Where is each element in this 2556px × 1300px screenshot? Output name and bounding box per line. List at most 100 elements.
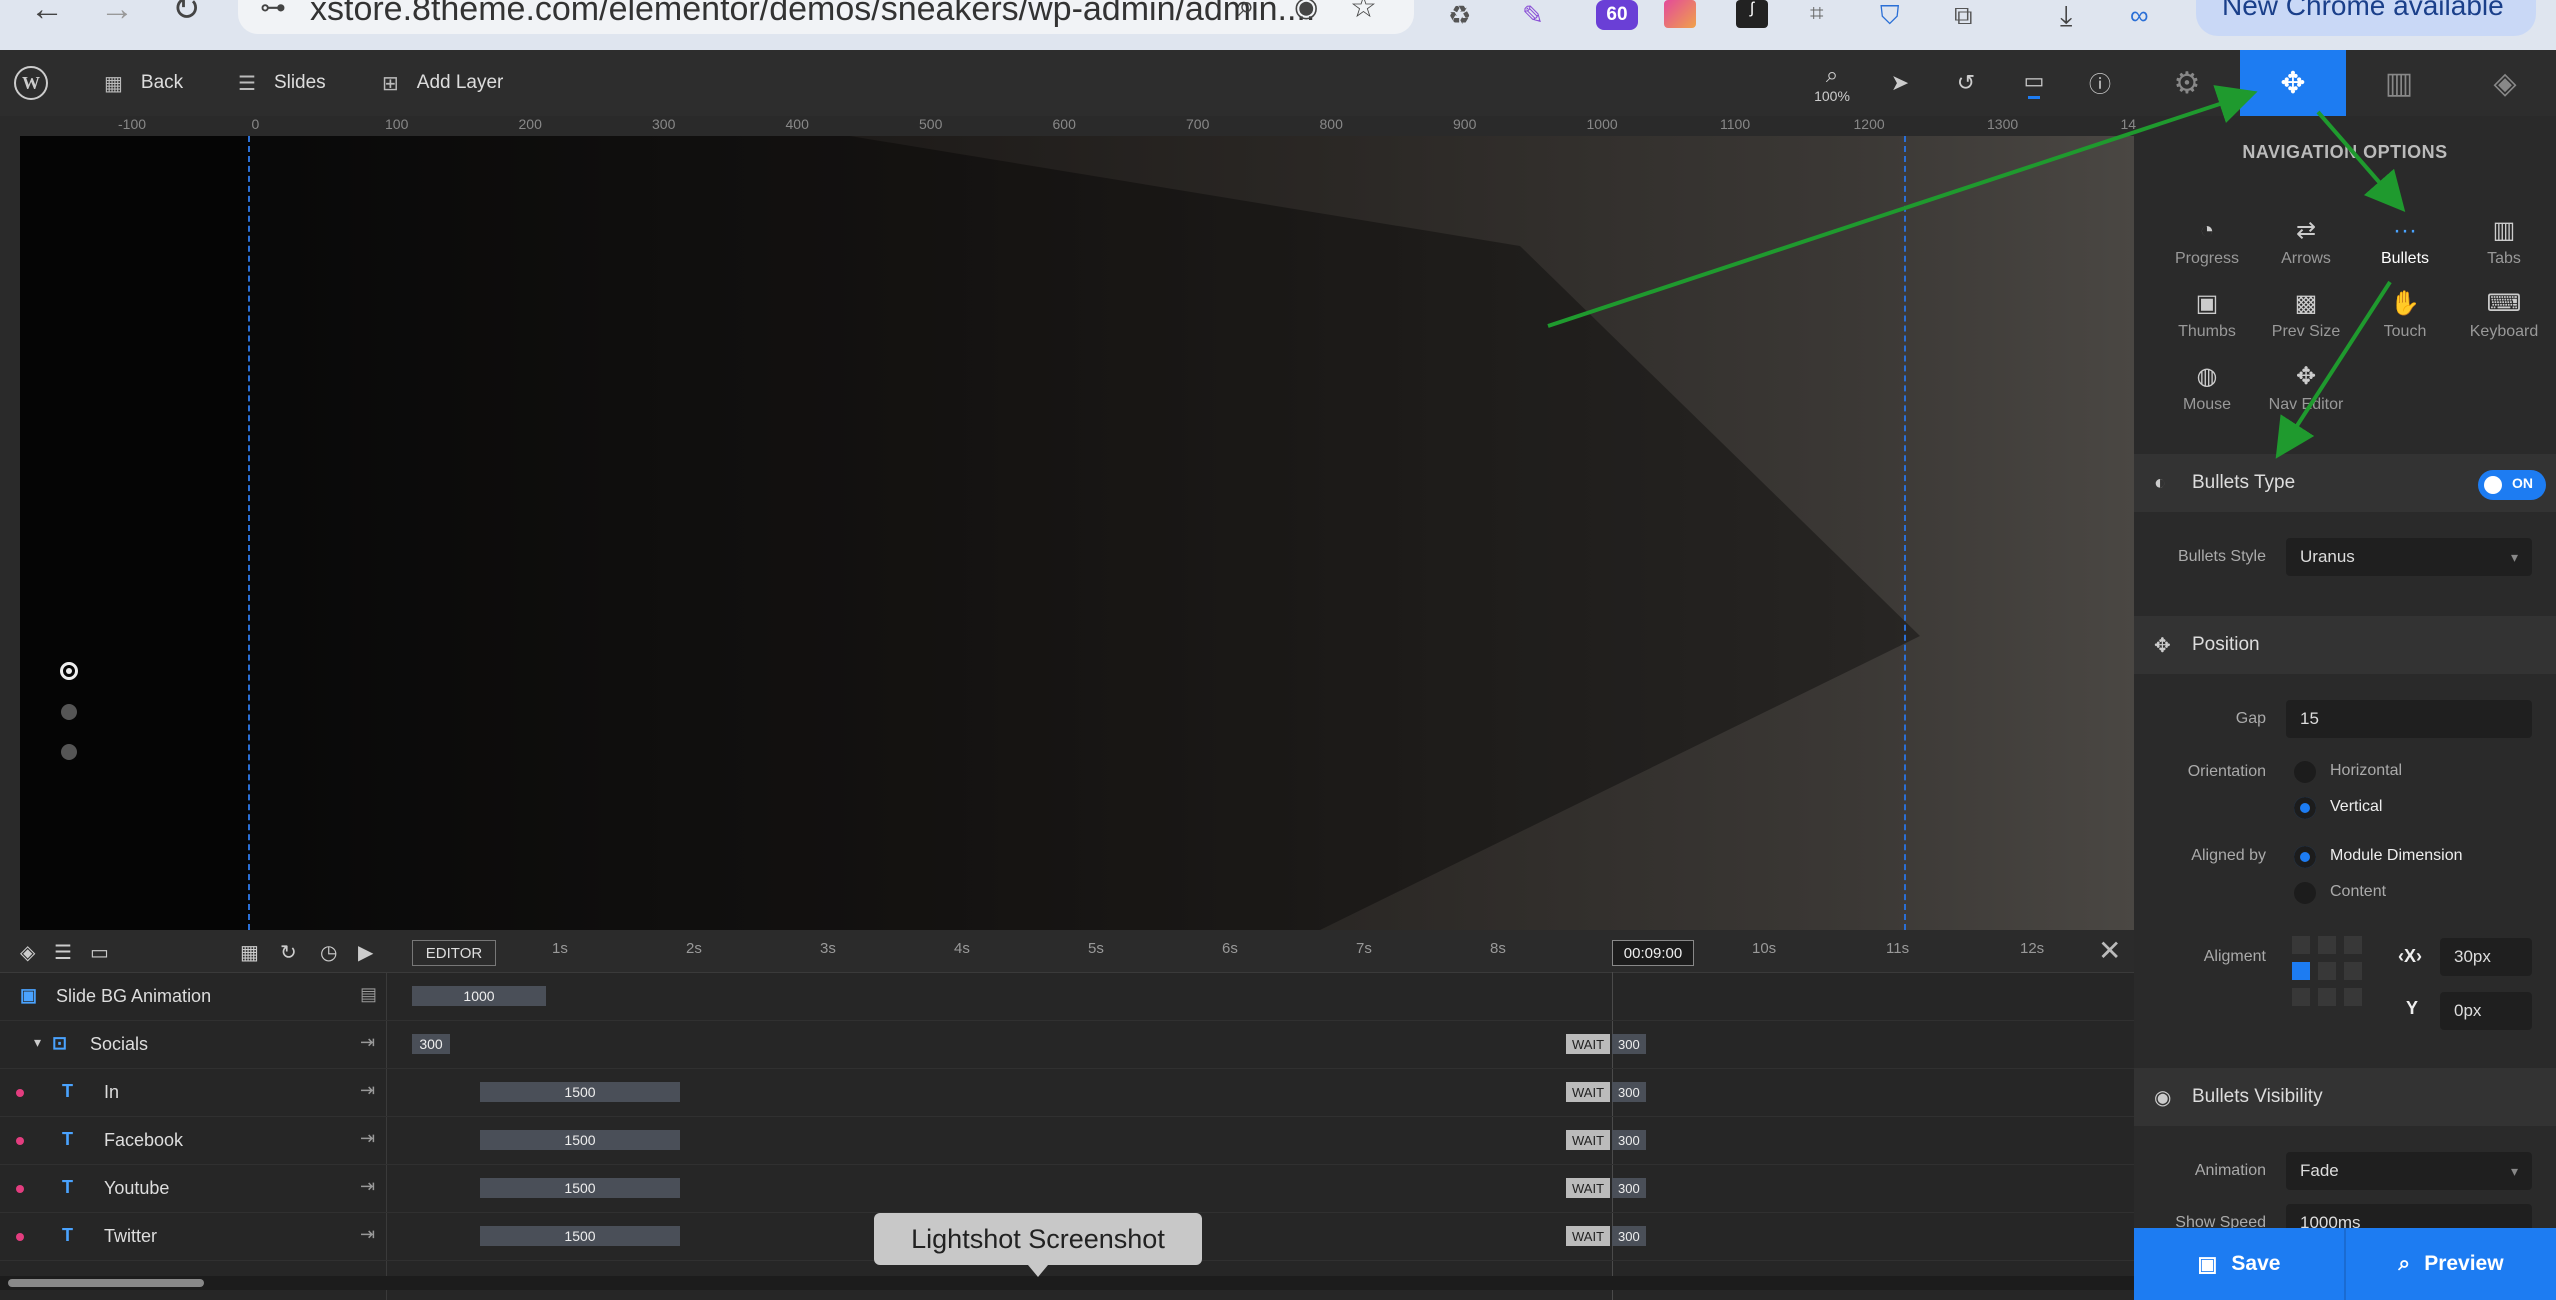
- wordpress-logo[interactable]: W: [14, 50, 48, 116]
- zoom-control[interactable]: ⌕ 100%: [1804, 50, 1860, 116]
- close-icon[interactable]: ✕: [2098, 934, 2121, 967]
- layers-icon[interactable]: ◈: [20, 940, 35, 965]
- nav-option-tabs[interactable]: ▥ Tabs: [2455, 216, 2553, 268]
- gap-input[interactable]: 15: [2286, 700, 2532, 738]
- alignment-cell[interactable]: [2344, 936, 2362, 954]
- device-button[interactable]: ▭: [2006, 50, 2062, 116]
- nav-option-touch[interactable]: ✋ Touch: [2356, 289, 2454, 341]
- wait-block[interactable]: WAIT 300: [1566, 1178, 1646, 1198]
- bullets-toggle[interactable]: ON: [2478, 470, 2546, 500]
- forward-arrow-icon[interactable]: →: [100, 0, 134, 26]
- nav-option-prev-size[interactable]: ▩ Prev Size: [2257, 289, 2355, 341]
- select-tool-button[interactable]: ➤: [1872, 50, 1928, 116]
- nav-option-keyboard[interactable]: ⌨ Keyboard: [2455, 289, 2553, 341]
- alignment-cell[interactable]: [2292, 936, 2310, 954]
- position-header[interactable]: ✥ Position: [2134, 616, 2556, 674]
- nav-option-thumbs[interactable]: ▣ Thumbs: [2158, 289, 2256, 341]
- bullets-style-select[interactable]: Uranus ▾: [2286, 538, 2532, 576]
- folder-icon[interactable]: ▭: [90, 940, 109, 965]
- bullets-visibility-header[interactable]: ◉ Bullets Visibility: [2134, 1068, 2556, 1126]
- preview-button[interactable]: ⌕ Preview: [2346, 1228, 2556, 1300]
- collapse-icon[interactable]: ⇥: [360, 1224, 375, 1245]
- gradient-extension-icon[interactable]: [1664, 0, 1696, 28]
- timeline-bar[interactable]: 1500: [480, 1178, 680, 1198]
- back-button[interactable]: ▦ Back: [104, 50, 183, 116]
- puzzle-icon[interactable]: ⧉: [1954, 0, 1986, 30]
- alignment-cell[interactable]: [2318, 936, 2336, 954]
- play-icon[interactable]: ▶: [358, 940, 373, 965]
- nav-option-arrows[interactable]: ⇄ Arrows: [2257, 216, 2355, 268]
- site-info-icon[interactable]: ⊶: [260, 0, 286, 23]
- slide-canvas[interactable]: [20, 136, 2134, 930]
- scrollbar-thumb[interactable]: [8, 1279, 204, 1287]
- timeline-bar[interactable]: 1000: [412, 986, 546, 1006]
- save-button[interactable]: ▣ Save: [2134, 1228, 2344, 1300]
- chevron-down-icon[interactable]: ▾: [34, 1034, 41, 1051]
- wait-block[interactable]: WAIT 300: [1566, 1034, 1646, 1054]
- collapse-icon[interactable]: ⇥: [360, 1080, 375, 1101]
- editor-chip[interactable]: EDITOR: [412, 940, 496, 966]
- search-icon[interactable]: ⌕: [1238, 0, 1255, 24]
- address-bar[interactable]: ⊶ xstore.8theme.com/elementor/demos/snea…: [238, 0, 1414, 34]
- alignment-cell[interactable]: [2292, 988, 2310, 1006]
- recycle-icon[interactable]: ♻: [1448, 0, 1478, 30]
- thumbnail-icon[interactable]: ▤: [360, 984, 377, 1005]
- timeline-row[interactable]: T In ⇥ 1500 WAIT 300: [0, 1068, 2134, 1117]
- radio-module-dimension[interactable]: [2294, 846, 2316, 868]
- feather-icon[interactable]: ✎: [1522, 0, 1552, 30]
- grid-icon[interactable]: ▦: [240, 940, 259, 965]
- timeline-row[interactable]: T Facebook ⇥ 1500 WAIT 300: [0, 1116, 2134, 1165]
- nav-option-progress[interactable]: ◔ Progress: [2158, 216, 2256, 268]
- nav-option-nav-editor[interactable]: ✥ Nav Editor: [2257, 362, 2355, 414]
- chrome-update-button[interactable]: New Chrome available: [2196, 0, 2536, 36]
- reload-icon[interactable]: ↻: [172, 0, 201, 26]
- eye-slash-icon[interactable]: ◉: [1294, 0, 1318, 23]
- alignment-cell[interactable]: [2344, 962, 2362, 980]
- loop-icon[interactable]: ↻: [280, 940, 297, 965]
- bullet[interactable]: [61, 744, 77, 760]
- wait-block[interactable]: WAIT 300: [1566, 1130, 1646, 1150]
- collapse-icon[interactable]: ⇥: [360, 1176, 375, 1197]
- x-offset-input[interactable]: 30px: [2440, 938, 2532, 976]
- profile-icon[interactable]: ∞: [2130, 0, 2166, 30]
- bullet[interactable]: [61, 704, 77, 720]
- nav-option-bullets[interactable]: ··· Bullets: [2356, 216, 2454, 268]
- list-icon[interactable]: ☰: [54, 940, 72, 965]
- timecode[interactable]: 00:09:00: [1612, 940, 1694, 966]
- timeline-row[interactable]: ▾ ⊡ Socials ⇥ 300 WAIT 300: [0, 1020, 2134, 1069]
- wait-block[interactable]: WAIT 300: [1566, 1226, 1646, 1246]
- alignment-cell[interactable]: [2292, 962, 2310, 980]
- add-layer-button[interactable]: ⊞ Add Layer: [382, 50, 503, 116]
- shield-icon[interactable]: ⛉: [1880, 0, 1910, 30]
- tab-navigation[interactable]: ✥: [2240, 50, 2346, 116]
- extension-badge[interactable]: 60: [1596, 0, 1638, 30]
- timeline-bar[interactable]: 1500: [480, 1226, 680, 1246]
- y-offset-input[interactable]: 0px: [2440, 992, 2532, 1030]
- timer-icon[interactable]: ◷: [320, 940, 337, 965]
- animation-select[interactable]: Fade ▾: [2286, 1152, 2532, 1190]
- bullet-active[interactable]: [60, 662, 78, 680]
- collapse-icon[interactable]: ⇥: [360, 1128, 375, 1149]
- slides-button[interactable]: ☰ Slides: [238, 50, 326, 116]
- timeline-bar[interactable]: 1500: [480, 1082, 680, 1102]
- undo-button[interactable]: ↺: [1938, 50, 1994, 116]
- download-icon[interactable]: ⤓: [2060, 0, 2092, 31]
- radio-content[interactable]: [2294, 882, 2316, 904]
- radio-horizontal[interactable]: [2294, 761, 2316, 783]
- horizontal-scrollbar[interactable]: [0, 1276, 2134, 1290]
- tab-settings[interactable]: ⚙: [2134, 50, 2240, 116]
- wait-block[interactable]: WAIT 300: [1566, 1082, 1646, 1102]
- tab-slide[interactable]: ▥: [2346, 50, 2452, 116]
- js-extension-icon[interactable]: ʃ: [1736, 0, 1768, 28]
- timeline-bar[interactable]: 300: [412, 1034, 450, 1054]
- tab-layers[interactable]: ◈: [2452, 50, 2556, 116]
- timeline-row[interactable]: T Youtube ⇥ 1500 WAIT 300: [0, 1164, 2134, 1213]
- alignment-cell[interactable]: [2318, 962, 2336, 980]
- star-icon[interactable]: ☆: [1350, 0, 1377, 25]
- alignment-cell[interactable]: [2344, 988, 2362, 1006]
- help-button[interactable]: ⓘ: [2072, 50, 2128, 116]
- timeline-bar[interactable]: 1500: [480, 1130, 680, 1150]
- back-arrow-icon[interactable]: ←: [30, 0, 64, 26]
- collapse-icon[interactable]: ⇥: [360, 1032, 375, 1053]
- radio-vertical[interactable]: [2294, 797, 2316, 819]
